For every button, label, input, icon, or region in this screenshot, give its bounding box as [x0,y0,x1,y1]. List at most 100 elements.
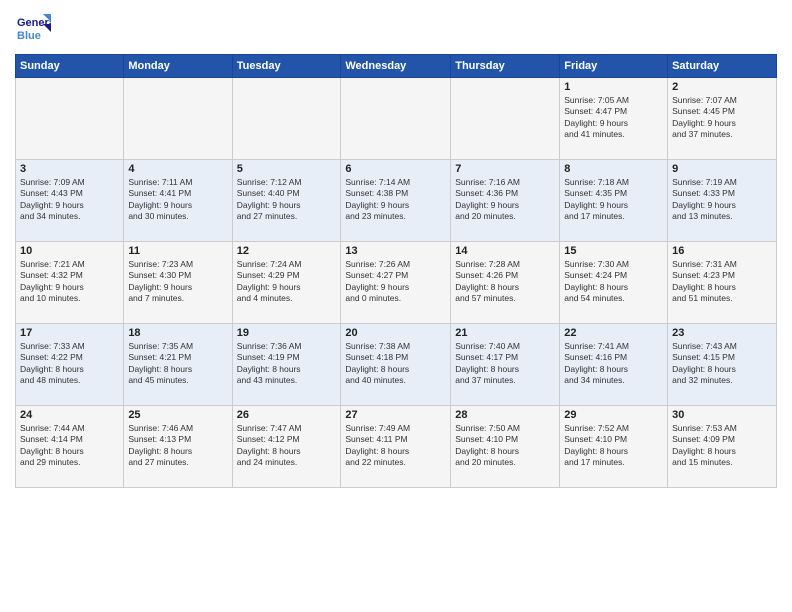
day-number: 26 [237,409,337,421]
calendar-cell: 2 Sunrise: 7:07 AM Sunset: 4:45 PM Daylig… [668,78,777,160]
day-info: Sunrise: 7:46 AM Sunset: 4:13 PM Dayligh… [128,423,227,469]
calendar-cell [16,78,124,160]
day-info: Sunrise: 7:07 AM Sunset: 4:45 PM Dayligh… [672,95,772,141]
calendar-cell: 27 Sunrise: 7:49 AM Sunset: 4:11 PM Dayli… [341,406,451,488]
calendar-cell: 14Sunrise: 7:28 AM Sunset: 4:26 PM Dayli… [451,242,560,324]
day-number: 27 [345,409,446,421]
calendar-cell: 6 Sunrise: 7:14 AM Sunset: 4:38 PM Daylig… [341,160,451,242]
calendar-cell: 18 Sunrise: 7:35 AM Sunset: 4:21 PM Dayli… [124,324,232,406]
calendar-cell: 10Sunrise: 7:21 AM Sunset: 4:32 PM Dayli… [16,242,124,324]
calendar-cell: 22 Sunrise: 7:41 AM Sunset: 4:16 PM Dayli… [560,324,668,406]
calendar-cell [124,78,232,160]
calendar-cell: 5 Sunrise: 7:12 AM Sunset: 4:40 PM Daylig… [232,160,341,242]
day-number: 1 [564,81,663,93]
day-number: 18 [128,327,227,339]
day-number: 25 [128,409,227,421]
day-number: 11 [128,245,227,257]
day-number: 24 [20,409,119,421]
day-info: Sunrise: 7:26 AM Sunset: 4:27 PM Dayligh… [345,259,446,305]
day-info: Sunrise: 7:40 AM Sunset: 4:17 PM Dayligh… [455,341,555,387]
svg-text:Blue: Blue [17,30,41,42]
calendar-cell: 17Sunrise: 7:33 AM Sunset: 4:22 PM Dayli… [16,324,124,406]
day-number: 15 [564,245,663,257]
calendar-cell [451,78,560,160]
calendar-cell: 11 Sunrise: 7:23 AM Sunset: 4:30 PM Dayli… [124,242,232,324]
calendar-week-4: 17Sunrise: 7:33 AM Sunset: 4:22 PM Dayli… [16,324,777,406]
calendar-cell: 23 Sunrise: 7:43 AM Sunset: 4:15 PM Dayli… [668,324,777,406]
calendar-cell: 3 Sunrise: 7:09 AM Sunset: 4:43 PM Daylig… [16,160,124,242]
day-info: Sunrise: 7:30 AM Sunset: 4:24 PM Dayligh… [564,259,663,305]
calendar-cell: 12 Sunrise: 7:24 AM Sunset: 4:29 PM Dayli… [232,242,341,324]
day-number: 4 [128,163,227,175]
day-info: Sunrise: 7:14 AM Sunset: 4:38 PM Dayligh… [345,177,446,223]
day-number: 21 [455,327,555,339]
calendar-cell: 15 Sunrise: 7:30 AM Sunset: 4:24 PM Dayli… [560,242,668,324]
day-number: 5 [237,163,337,175]
calendar-cell: 28Sunrise: 7:50 AM Sunset: 4:10 PM Dayli… [451,406,560,488]
weekday-header-sunday: Sunday [16,55,124,78]
calendar-header: SundayMondayTuesdayWednesdayThursdayFrid… [16,55,777,78]
calendar-body: 1 Sunrise: 7:05 AM Sunset: 4:47 PM Daylig… [16,78,777,488]
day-info: Sunrise: 7:18 AM Sunset: 4:35 PM Dayligh… [564,177,663,223]
logo: General Blue [15,10,55,46]
day-info: Sunrise: 7:24 AM Sunset: 4:29 PM Dayligh… [237,259,337,305]
calendar-cell: 29 Sunrise: 7:52 AM Sunset: 4:10 PM Dayli… [560,406,668,488]
day-number: 8 [564,163,663,175]
calendar-week-1: 1 Sunrise: 7:05 AM Sunset: 4:47 PM Daylig… [16,78,777,160]
day-number: 22 [564,327,663,339]
day-info: Sunrise: 7:50 AM Sunset: 4:10 PM Dayligh… [455,423,555,469]
day-number: 7 [455,163,555,175]
calendar-week-3: 10Sunrise: 7:21 AM Sunset: 4:32 PM Dayli… [16,242,777,324]
day-number: 23 [672,327,772,339]
calendar-cell: 30 Sunrise: 7:53 AM Sunset: 4:09 PM Dayli… [668,406,777,488]
calendar-cell: 7Sunrise: 7:16 AM Sunset: 4:36 PM Daylig… [451,160,560,242]
weekday-header-friday: Friday [560,55,668,78]
weekday-header-wednesday: Wednesday [341,55,451,78]
calendar-cell: 20 Sunrise: 7:38 AM Sunset: 4:18 PM Dayli… [341,324,451,406]
day-number: 19 [237,327,337,339]
day-number: 29 [564,409,663,421]
day-info: Sunrise: 7:23 AM Sunset: 4:30 PM Dayligh… [128,259,227,305]
day-info: Sunrise: 7:49 AM Sunset: 4:11 PM Dayligh… [345,423,446,469]
calendar-cell: 26 Sunrise: 7:47 AM Sunset: 4:12 PM Dayli… [232,406,341,488]
day-number: 16 [672,245,772,257]
day-info: Sunrise: 7:52 AM Sunset: 4:10 PM Dayligh… [564,423,663,469]
day-info: Sunrise: 7:43 AM Sunset: 4:15 PM Dayligh… [672,341,772,387]
calendar-cell: 19 Sunrise: 7:36 AM Sunset: 4:19 PM Dayli… [232,324,341,406]
day-info: Sunrise: 7:19 AM Sunset: 4:33 PM Dayligh… [672,177,772,223]
page: General Blue SundayMondayTuesdayWednesda… [0,0,792,612]
calendar-table: SundayMondayTuesdayWednesdayThursdayFrid… [15,54,777,488]
calendar-cell: 8 Sunrise: 7:18 AM Sunset: 4:35 PM Daylig… [560,160,668,242]
calendar-cell: 24Sunrise: 7:44 AM Sunset: 4:14 PM Dayli… [16,406,124,488]
day-info: Sunrise: 7:35 AM Sunset: 4:21 PM Dayligh… [128,341,227,387]
weekday-header-thursday: Thursday [451,55,560,78]
day-number: 17 [20,327,119,339]
day-info: Sunrise: 7:12 AM Sunset: 4:40 PM Dayligh… [237,177,337,223]
calendar-cell: 25 Sunrise: 7:46 AM Sunset: 4:13 PM Dayli… [124,406,232,488]
weekday-header-saturday: Saturday [668,55,777,78]
svg-text:General: General [17,17,51,29]
header: General Blue [15,10,777,46]
calendar-cell: 16Sunrise: 7:31 AM Sunset: 4:23 PM Dayli… [668,242,777,324]
day-number: 30 [672,409,772,421]
day-info: Sunrise: 7:28 AM Sunset: 4:26 PM Dayligh… [455,259,555,305]
weekday-header-monday: Monday [124,55,232,78]
day-info: Sunrise: 7:09 AM Sunset: 4:43 PM Dayligh… [20,177,119,223]
day-info: Sunrise: 7:53 AM Sunset: 4:09 PM Dayligh… [672,423,772,469]
day-info: Sunrise: 7:05 AM Sunset: 4:47 PM Dayligh… [564,95,663,141]
calendar-cell: 13Sunrise: 7:26 AM Sunset: 4:27 PM Dayli… [341,242,451,324]
day-number: 6 [345,163,446,175]
header-row: SundayMondayTuesdayWednesdayThursdayFrid… [16,55,777,78]
day-info: Sunrise: 7:36 AM Sunset: 4:19 PM Dayligh… [237,341,337,387]
calendar-cell [341,78,451,160]
day-number: 20 [345,327,446,339]
calendar-cell: 4Sunrise: 7:11 AM Sunset: 4:41 PM Daylig… [124,160,232,242]
day-info: Sunrise: 7:38 AM Sunset: 4:18 PM Dayligh… [345,341,446,387]
day-number: 2 [672,81,772,93]
day-number: 12 [237,245,337,257]
day-info: Sunrise: 7:41 AM Sunset: 4:16 PM Dayligh… [564,341,663,387]
calendar-week-5: 24Sunrise: 7:44 AM Sunset: 4:14 PM Dayli… [16,406,777,488]
day-number: 9 [672,163,772,175]
day-info: Sunrise: 7:47 AM Sunset: 4:12 PM Dayligh… [237,423,337,469]
day-number: 3 [20,163,119,175]
